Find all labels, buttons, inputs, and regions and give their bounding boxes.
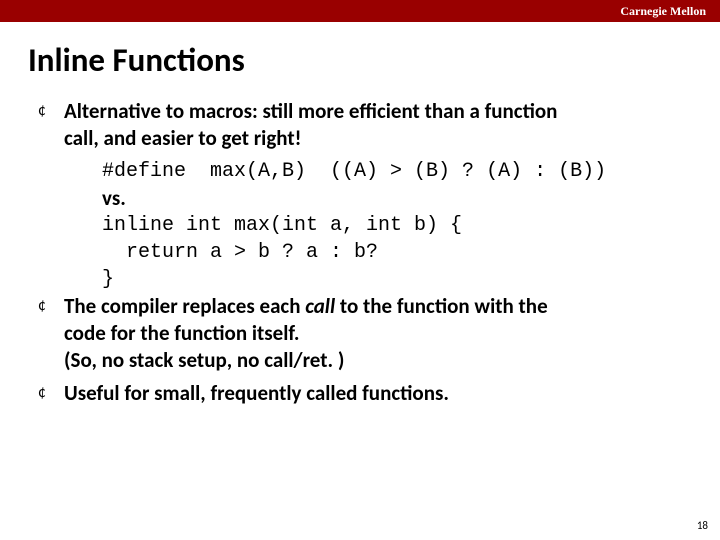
brand-label: Carnegie Mellon xyxy=(620,4,706,19)
content-area: ¢ Alternative to macros: still more effi… xyxy=(38,98,690,407)
bullet-2-line-a-ital: call xyxy=(305,293,335,319)
code-inline-3: } xyxy=(102,266,660,293)
code-define: #define max(A,B) ((A) > (B) ? (A) : (B)) xyxy=(102,158,660,185)
bullet-1-line-b: call, and easier to get right! xyxy=(64,125,302,151)
bullet-2-line-a-pre: The compiler replaces each xyxy=(64,293,305,319)
top-bar: Carnegie Mellon xyxy=(0,0,720,22)
page-number: 18 xyxy=(697,519,708,532)
code-inline-2: return a > b ? a : b? xyxy=(102,239,660,266)
code-inline-1: inline int max(int a, int b) { xyxy=(102,212,660,239)
bullet-1: ¢ Alternative to macros: still more effi… xyxy=(38,98,690,152)
slide-title: Inline Functions xyxy=(28,40,720,80)
bullet-1-line-a: Alternative to macros: still more effici… xyxy=(64,98,557,124)
bullet-2-line-c: (So, no stack setup, no call/ret. ) xyxy=(64,347,344,373)
bullet-glyph: ¢ xyxy=(38,380,64,406)
bullet-2-line-a-post: to the function with the xyxy=(335,293,548,319)
bullet-2: ¢ The compiler replaces each call to the… xyxy=(38,293,690,374)
bullet-glyph: ¢ xyxy=(38,98,64,124)
bullet-3-text: Useful for small, frequently called func… xyxy=(64,380,690,407)
bullet-2-text: The compiler replaces each call to the f… xyxy=(64,293,690,374)
bullet-2-line-b: code for the function itself. xyxy=(64,320,300,346)
bullet-glyph: ¢ xyxy=(38,293,64,319)
vs-label: vs. xyxy=(102,185,660,212)
bullet-3: ¢ Useful for small, frequently called fu… xyxy=(38,380,690,407)
bullet-1-text: Alternative to macros: still more effici… xyxy=(64,98,690,152)
